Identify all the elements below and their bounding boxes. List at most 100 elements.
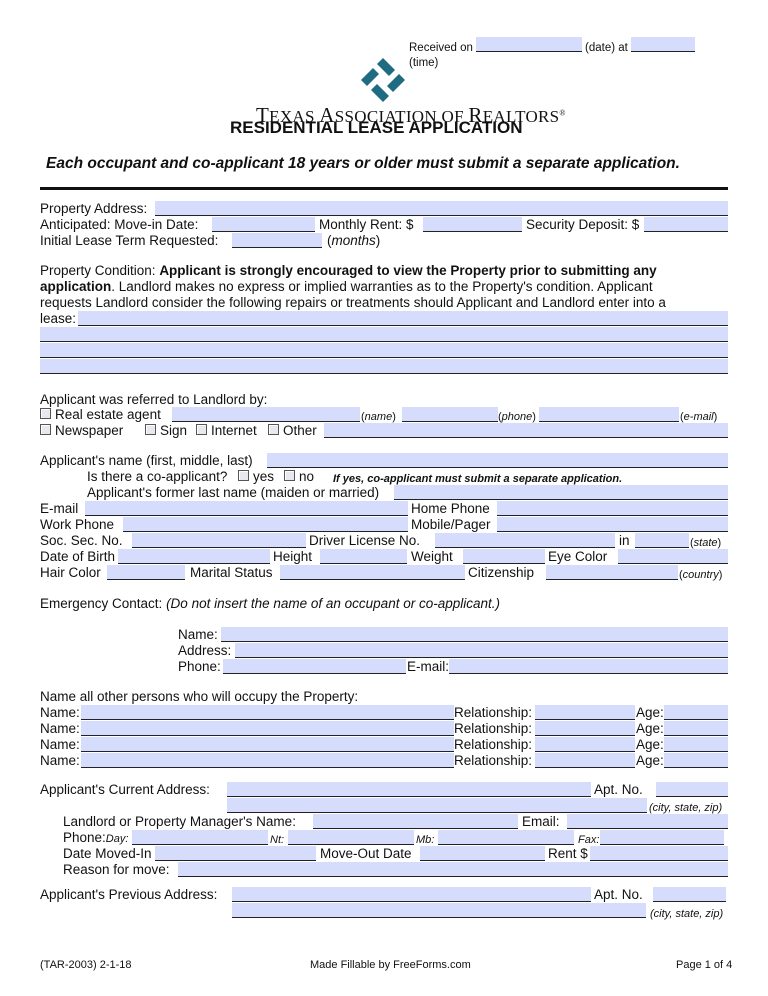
agent-email-field[interactable]: [539, 407, 679, 422]
referral-newspaper[interactable]: Newspaper: [40, 423, 123, 439]
move-in-date-field[interactable]: [212, 217, 315, 232]
referral-other[interactable]: Other: [268, 423, 317, 439]
occupant-age-label: Age:: [636, 737, 664, 752]
home-phone-field[interactable]: [497, 501, 728, 516]
dob-field[interactable]: [118, 549, 270, 564]
agent-phone-field[interactable]: [402, 407, 498, 422]
property-address-field[interactable]: [155, 201, 728, 216]
landlord-name-field[interactable]: [313, 814, 518, 829]
newspaper-checkbox[interactable]: [40, 424, 51, 435]
previous-city-hint: (city, state, zip): [650, 908, 724, 920]
referral-sign[interactable]: Sign: [145, 423, 187, 439]
security-deposit-field[interactable]: [644, 217, 728, 232]
email-field[interactable]: [85, 501, 408, 516]
property-address-label: Property Address:: [40, 201, 148, 216]
emergency-contact-heading: Emergency Contact: (Do not insert the na…: [40, 596, 500, 611]
marital-status-field[interactable]: [280, 565, 465, 580]
current-address-field[interactable]: [227, 782, 591, 797]
occupant-age-field[interactable]: [664, 753, 728, 768]
repairs-field-line-2[interactable]: [40, 327, 728, 342]
repairs-field-line-4[interactable]: [40, 359, 728, 374]
move-out-date-label: Move-Out Date: [320, 846, 412, 861]
coapplicant-yes-checkbox[interactable]: [238, 470, 249, 481]
height-field[interactable]: [320, 549, 407, 564]
landlord-fax-field[interactable]: [600, 830, 724, 845]
sign-checkbox[interactable]: [145, 424, 156, 435]
received-time-field[interactable]: [631, 37, 695, 52]
referral-other-field[interactable]: [324, 423, 728, 438]
landlord-email-field[interactable]: [567, 814, 728, 829]
current-apt-field[interactable]: [656, 782, 728, 797]
former-name-label: Applicant's former last name (maiden or …: [87, 485, 380, 500]
occupant-name-field[interactable]: [81, 737, 454, 752]
occupant-name-label: Name:: [40, 753, 80, 768]
occupant-relationship-label: Relationship:: [454, 705, 533, 720]
ssn-field[interactable]: [132, 533, 306, 548]
occupant-age-field[interactable]: [664, 705, 728, 720]
occupant-age-field[interactable]: [664, 737, 728, 752]
license-state-field[interactable]: [635, 533, 689, 548]
eye-color-field[interactable]: [618, 549, 728, 564]
received-date-field[interactable]: [476, 37, 582, 52]
emergency-name-field[interactable]: [221, 627, 728, 642]
hair-color-label: Hair Color: [40, 565, 101, 580]
repairs-field-line-3[interactable]: [40, 343, 728, 358]
lease-term-field[interactable]: [232, 233, 322, 248]
driver-license-field[interactable]: [435, 533, 615, 548]
coapplicant-no[interactable]: no: [284, 469, 314, 485]
landlord-day-phone-field[interactable]: [132, 830, 268, 845]
internet-checkbox[interactable]: [196, 424, 207, 435]
rent-field[interactable]: [590, 846, 728, 861]
monthly-rent-label: Monthly Rent: $: [319, 217, 414, 232]
emergency-phone-field[interactable]: [223, 659, 406, 674]
property-condition-line-3: requests Landlord consider the following…: [40, 295, 666, 310]
current-city-state-zip-field[interactable]: [227, 798, 647, 813]
coapplicant-no-checkbox[interactable]: [284, 470, 295, 481]
referral-real-estate-agent[interactable]: Real estate agent: [40, 407, 161, 423]
landlord-night-phone-field[interactable]: [288, 830, 414, 845]
referral-internet[interactable]: Internet: [196, 423, 257, 439]
occupant-name-field[interactable]: [81, 721, 454, 736]
occupant-relationship-field[interactable]: [535, 737, 635, 752]
emergency-address-field[interactable]: [235, 643, 728, 658]
page-number: Page 1 of 4: [676, 959, 733, 971]
reason-for-move-field[interactable]: [178, 862, 728, 877]
agent-name-field[interactable]: [172, 407, 360, 422]
occupant-relationship-field[interactable]: [535, 705, 635, 720]
header-divider: [40, 187, 728, 190]
occupant-name-field[interactable]: [81, 753, 454, 768]
former-name-field[interactable]: [394, 485, 728, 500]
occupant-name-field[interactable]: [81, 705, 454, 720]
emergency-email-field[interactable]: [449, 659, 728, 674]
citizenship-field[interactable]: [546, 565, 678, 580]
occupant-relationship-field[interactable]: [535, 753, 635, 768]
previous-address-field[interactable]: [232, 887, 591, 902]
monthly-rent-field[interactable]: [423, 217, 522, 232]
home-phone-label: Home Phone: [411, 501, 490, 516]
occupant-age-field[interactable]: [664, 721, 728, 736]
coapplicant-yes[interactable]: yes: [238, 469, 274, 485]
mobile-label: Mobile/Pager: [411, 517, 491, 532]
landlord-mobile-phone-field[interactable]: [438, 830, 574, 845]
date-at-label: (date) at: [585, 42, 628, 54]
date-moved-in-field[interactable]: [155, 846, 316, 861]
previous-city-state-zip-field[interactable]: [232, 903, 646, 918]
lease-label: lease:: [40, 311, 77, 326]
applicant-name-field[interactable]: [267, 453, 728, 468]
ssn-label: Soc. Sec. No.: [40, 533, 123, 548]
real-estate-agent-checkbox[interactable]: [40, 408, 51, 419]
repairs-field-line-1[interactable]: [78, 311, 728, 326]
occupants-heading: Name all other persons who will occupy t…: [40, 689, 359, 704]
occupant-relationship-field[interactable]: [535, 721, 635, 736]
hair-color-field[interactable]: [107, 565, 185, 580]
work-phone-field[interactable]: [123, 517, 408, 532]
landlord-name-label: Landlord or Property Manager's Name:: [63, 814, 296, 829]
mobile-field[interactable]: [497, 517, 728, 532]
reason-for-move-label: Reason for move:: [63, 862, 170, 877]
previous-apt-field[interactable]: [653, 887, 726, 902]
occupant-relationship-label: Relationship:: [454, 721, 533, 736]
other-checkbox[interactable]: [268, 424, 279, 435]
occupant-name-label: Name:: [40, 737, 80, 752]
move-out-date-field[interactable]: [420, 846, 545, 861]
weight-field[interactable]: [463, 549, 545, 564]
